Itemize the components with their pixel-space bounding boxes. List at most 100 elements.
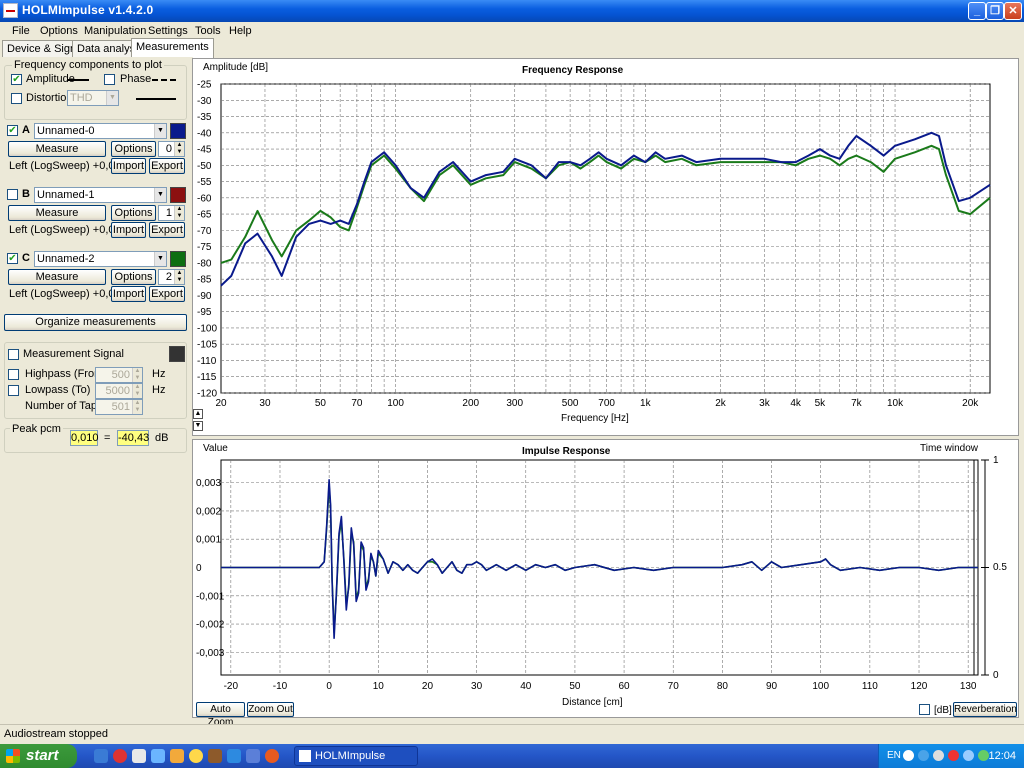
chevron-down-icon: ▼: [154, 124, 166, 138]
menu-options[interactable]: Options: [40, 25, 78, 37]
db-checkbox[interactable]: [919, 704, 930, 715]
measurement-c-measure-button[interactable]: Measure: [8, 269, 106, 285]
freq-y-tick-label: -60: [197, 193, 212, 204]
measurement-b-name[interactable]: Unnamed-1 ▼: [34, 187, 167, 203]
measurement-c-name[interactable]: Unnamed-2 ▼: [34, 251, 167, 267]
distortion-line-sample: [136, 98, 176, 100]
minimize-button[interactable]: _: [968, 2, 986, 20]
tab-measurements[interactable]: Measurements: [131, 38, 214, 58]
menu-help[interactable]: Help: [229, 25, 252, 37]
measurement-c-export-button[interactable]: Export: [149, 286, 185, 302]
quicklaunch-desktop-icon[interactable]: [151, 749, 165, 763]
zoom-out-button[interactable]: Zoom Out: [247, 702, 294, 717]
measurement-c-options-button[interactable]: Options: [111, 269, 156, 285]
measurement-c-color[interactable]: [170, 251, 186, 267]
tray-network-icon[interactable]: [963, 750, 974, 761]
amplitude-checkbox[interactable]: ✔: [11, 74, 22, 85]
pane-up-arrow-icon[interactable]: ▲: [193, 409, 203, 419]
highpass-checkbox[interactable]: [8, 369, 19, 380]
close-button[interactable]: ✕: [1004, 2, 1022, 20]
measurement-c-import-button[interactable]: Import: [111, 286, 146, 302]
distortion-checkbox[interactable]: [11, 93, 22, 104]
organize-measurements-button[interactable]: Organize measurements: [4, 314, 187, 331]
lowpass-checkbox[interactable]: [8, 385, 19, 396]
phase-label: Phase: [120, 73, 152, 85]
freq-x-tick-label: 10k: [887, 398, 904, 409]
phase-checkbox[interactable]: [104, 74, 115, 85]
maximize-button[interactable]: ❐: [986, 2, 1004, 20]
measurement-b-checkbox[interactable]: [7, 189, 18, 200]
measurement-a-export-button[interactable]: Export: [149, 158, 185, 174]
measurement-b-export-button[interactable]: Export: [149, 222, 185, 238]
impulse-series-c-line: [221, 484, 978, 634]
measurement-a-name[interactable]: Unnamed-0 ▼: [34, 123, 167, 139]
quicklaunch-app-icon[interactable]: [208, 749, 222, 763]
peak-value-field[interactable]: 0,010: [70, 430, 99, 446]
freq-x-tick-label: 70: [351, 398, 363, 409]
left-panel: Frequency components to plot ✔ Amplitude…: [0, 57, 193, 722]
title-bar: HOLMImpulse v1.4.2.0 _ ❐ ✕: [0, 0, 1024, 22]
tray-signal-icon[interactable]: [978, 750, 989, 761]
menu-file[interactable]: File: [12, 25, 30, 37]
menu-manipulation[interactable]: Manipulation: [84, 25, 146, 37]
lowpass-unit: Hz: [152, 384, 166, 396]
tray-expand-icon[interactable]: [903, 750, 914, 761]
quicklaunch-opera-icon[interactable]: [113, 749, 127, 763]
freq-y-tick-label: -70: [197, 226, 212, 237]
measurement-a-import-button[interactable]: Import: [111, 158, 146, 174]
measurement-c-index-spinner[interactable]: 2 ▲ ▼: [158, 269, 185, 285]
measurement-b-color[interactable]: [170, 187, 186, 203]
distortion-select[interactable]: THD ▼: [67, 90, 119, 106]
menu-tools[interactable]: Tools: [195, 25, 221, 37]
app-icon[interactable]: [3, 3, 18, 18]
measurement-a-color[interactable]: [170, 123, 186, 139]
frequency-response-pane: Amplitude [dB] Frequency Response -25 -30…: [192, 58, 1019, 436]
freq-y-tick-label: -40: [197, 128, 212, 139]
quicklaunch-browser-icon[interactable]: [94, 749, 108, 763]
measurement-b-measure-button[interactable]: Measure: [8, 205, 106, 221]
phase-line-sample: [152, 79, 176, 81]
quicklaunch-firefox-icon[interactable]: [265, 749, 279, 763]
taskbar-holmimpulse-button[interactable]: HOLMImpulse v1.4.2.0: [294, 746, 418, 766]
measurement-a-index-spinner[interactable]: 0 ▲ ▼: [158, 141, 185, 157]
quicklaunch-explorer-icon[interactable]: [132, 749, 146, 763]
impulse-response-chart[interactable]: -20 -10 0 10 20 30 40 50 60 70 80 90 100 110 120 1300,0…: [193, 440, 1020, 719]
measurement-b-index-spinner[interactable]: 1 ▲ ▼: [158, 205, 185, 221]
system-tray: EN 12:04: [878, 744, 1024, 768]
pane-down-arrow-icon[interactable]: ▼: [193, 421, 203, 431]
reverberation-button[interactable]: Reverberation: [953, 702, 1017, 717]
frequency-response-chart[interactable]: -25 -30 -35 -40 -45 -50 -55 -60 -65 -70 -75 -80 -85 -…: [193, 59, 1020, 437]
measurement-signal-color[interactable]: [169, 346, 185, 362]
measurement-signal-checkbox[interactable]: [8, 349, 19, 360]
language-indicator[interactable]: EN: [887, 750, 901, 761]
impulse-x-tick-label: 30: [471, 681, 483, 692]
quicklaunch-network-icon[interactable]: [227, 749, 241, 763]
measurement-b-letter: B: [22, 188, 30, 200]
impulse-response-pane: Value Impulse Response Time window -20 -1…: [192, 439, 1020, 728]
measurement-c-checkbox[interactable]: ✔: [7, 253, 18, 264]
peak-title: Peak pcm: [10, 423, 63, 435]
lowpass-spinner[interactable]: 5000 ▲ ▼: [95, 383, 143, 399]
freq-x-tick-label: 300: [506, 398, 523, 409]
measurement-a-checkbox[interactable]: ✔: [7, 125, 18, 136]
windows-logo-icon: [6, 749, 20, 763]
impulse-y-tick-label: -0,002: [196, 620, 225, 631]
measurement-b-import-button[interactable]: Import: [111, 222, 146, 238]
impulse-x-tick-label: 100: [812, 681, 829, 692]
quicklaunch-mail-icon[interactable]: [246, 749, 260, 763]
quicklaunch-winamp-icon[interactable]: [170, 749, 184, 763]
impulse-y-tick-label: 0,001: [196, 535, 221, 546]
measurement-b-options-button[interactable]: Options: [111, 205, 156, 221]
measurement-a-options-button[interactable]: Options: [111, 141, 156, 157]
auto-zoom-button[interactable]: Auto Zoom: [196, 702, 245, 728]
highpass-spinner[interactable]: 500 ▲ ▼: [95, 367, 143, 383]
measurement-a-measure-button[interactable]: Measure: [8, 141, 106, 157]
quicklaunch-smiley-icon[interactable]: [189, 749, 203, 763]
tray-bluetooth-icon[interactable]: [918, 750, 929, 761]
tray-security-icon[interactable]: [948, 750, 959, 761]
taps-spinner[interactable]: 501 ▲ ▼: [95, 399, 143, 415]
menu-settings[interactable]: Settings: [148, 25, 188, 37]
start-button[interactable]: start: [0, 744, 77, 768]
tray-volume-icon[interactable]: [933, 750, 944, 761]
peak-db-field[interactable]: -40,43: [117, 430, 149, 446]
